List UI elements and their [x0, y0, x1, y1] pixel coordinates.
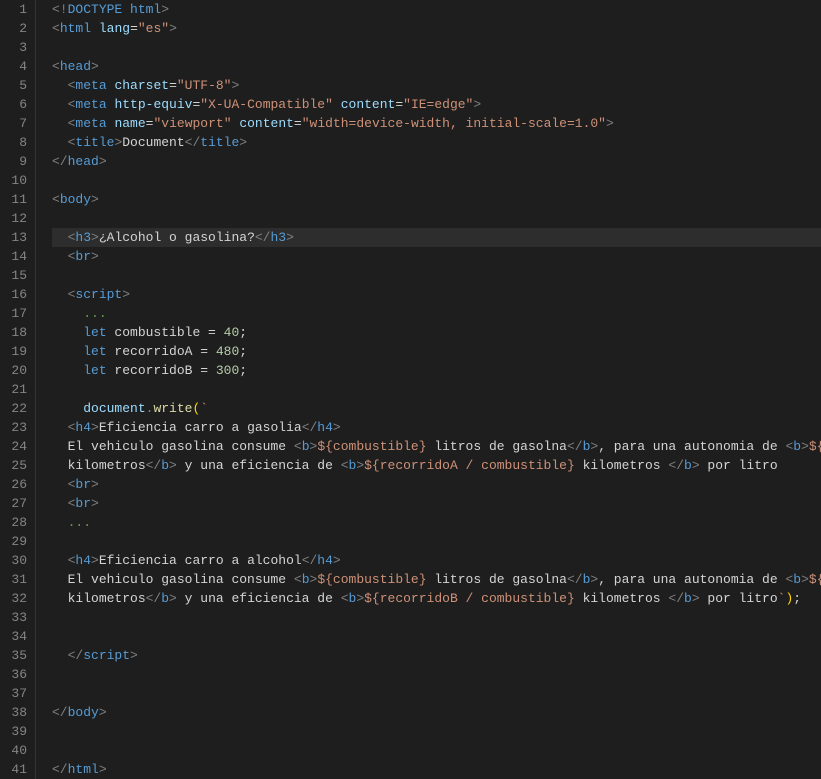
code-line: document.write(`: [52, 399, 821, 418]
code-line: <title>Document</title>: [52, 133, 821, 152]
code-line: El vehiculo gasolina consume <b>${combus…: [52, 570, 821, 589]
code-line: <html lang="es">: [52, 19, 821, 38]
line-number: 33: [8, 608, 27, 627]
code-line: [52, 38, 821, 57]
line-number: 18: [8, 323, 27, 342]
line-number: 24: [8, 437, 27, 456]
code-line: [52, 684, 821, 703]
line-number: 22: [8, 399, 27, 418]
editor: 1234567891011121314151617181920212223242…: [0, 0, 821, 779]
line-number: 14: [8, 247, 27, 266]
code-line: </html>: [52, 760, 821, 779]
code-line: let recorridoB = 300;: [52, 361, 821, 380]
line-number: 37: [8, 684, 27, 703]
line-number: 16: [8, 285, 27, 304]
line-number: 41: [8, 760, 27, 779]
line-number: 29: [8, 532, 27, 551]
code-line: </body>: [52, 703, 821, 722]
line-number: 21: [8, 380, 27, 399]
line-number: 15: [8, 266, 27, 285]
code-line: </script>: [52, 646, 821, 665]
code-line: kilometros</b> y una eficiencia de <b>${…: [52, 589, 821, 608]
line-number: 9: [8, 152, 27, 171]
line-number: 7: [8, 114, 27, 133]
line-number: 28: [8, 513, 27, 532]
line-number: 20: [8, 361, 27, 380]
code-line: [52, 171, 821, 190]
code-line: [52, 722, 821, 741]
code-line: <h4>Eficiencia carro a gasolia</h4>: [52, 418, 821, 437]
code-line: <br>: [52, 494, 821, 513]
code-area[interactable]: <!DOCTYPE html><html lang="es"> <head> <…: [36, 0, 821, 779]
line-number: 40: [8, 741, 27, 760]
code-line: kilometros</b> y una eficiencia de <b>${…: [52, 456, 821, 475]
code-line: ...: [52, 513, 821, 532]
code-line: <!DOCTYPE html>: [52, 0, 821, 19]
line-number: 30: [8, 551, 27, 570]
line-number: 12: [8, 209, 27, 228]
code-line: </head>: [52, 152, 821, 171]
code-line: [52, 741, 821, 760]
code-line: <h4>Eficiencia carro a alcohol</h4>: [52, 551, 821, 570]
line-number: 5: [8, 76, 27, 95]
line-number: 3: [8, 38, 27, 57]
line-number: 35: [8, 646, 27, 665]
line-number: 17: [8, 304, 27, 323]
code-line: <head>: [52, 57, 821, 76]
code-line: <meta http-equiv="X-UA-Compatible" conte…: [52, 95, 821, 114]
code-line: [52, 665, 821, 684]
code-line: [52, 532, 821, 551]
line-number: 26: [8, 475, 27, 494]
code-line: [52, 380, 821, 399]
line-number: 32: [8, 589, 27, 608]
code-line: <meta charset="UTF-8">: [52, 76, 821, 95]
line-number: 36: [8, 665, 27, 684]
code-line: [52, 209, 821, 228]
line-number: 10: [8, 171, 27, 190]
code-line: <br>: [52, 475, 821, 494]
code-line: [52, 608, 821, 627]
code-line: let recorridoA = 480;: [52, 342, 821, 361]
line-numbers: 1234567891011121314151617181920212223242…: [0, 0, 36, 779]
line-number: 38: [8, 703, 27, 722]
line-number: 31: [8, 570, 27, 589]
code-line: ...: [52, 304, 821, 323]
code-line: <body>: [52, 190, 821, 209]
code-line: let combustible = 40;: [52, 323, 821, 342]
line-number: 1: [8, 0, 27, 19]
code-line: <h3>¿Alcohol o gasolina?</h3>: [52, 228, 821, 247]
line-number: 6: [8, 95, 27, 114]
line-number: 11: [8, 190, 27, 209]
code-line: [52, 266, 821, 285]
line-number: 8: [8, 133, 27, 152]
code-line: <script>: [52, 285, 821, 304]
line-number: 2: [8, 19, 27, 38]
code-line: [52, 627, 821, 646]
code-line: <br>: [52, 247, 821, 266]
line-number: 19: [8, 342, 27, 361]
code-line: <meta name="viewport" content="width=dev…: [52, 114, 821, 133]
code-line: El vehiculo gasolina consume <b>${combus…: [52, 437, 821, 456]
line-number: 23: [8, 418, 27, 437]
line-number: 27: [8, 494, 27, 513]
line-number: 13: [8, 228, 27, 247]
line-number: 34: [8, 627, 27, 646]
line-number: 4: [8, 57, 27, 76]
line-number: 25: [8, 456, 27, 475]
line-number: 39: [8, 722, 27, 741]
